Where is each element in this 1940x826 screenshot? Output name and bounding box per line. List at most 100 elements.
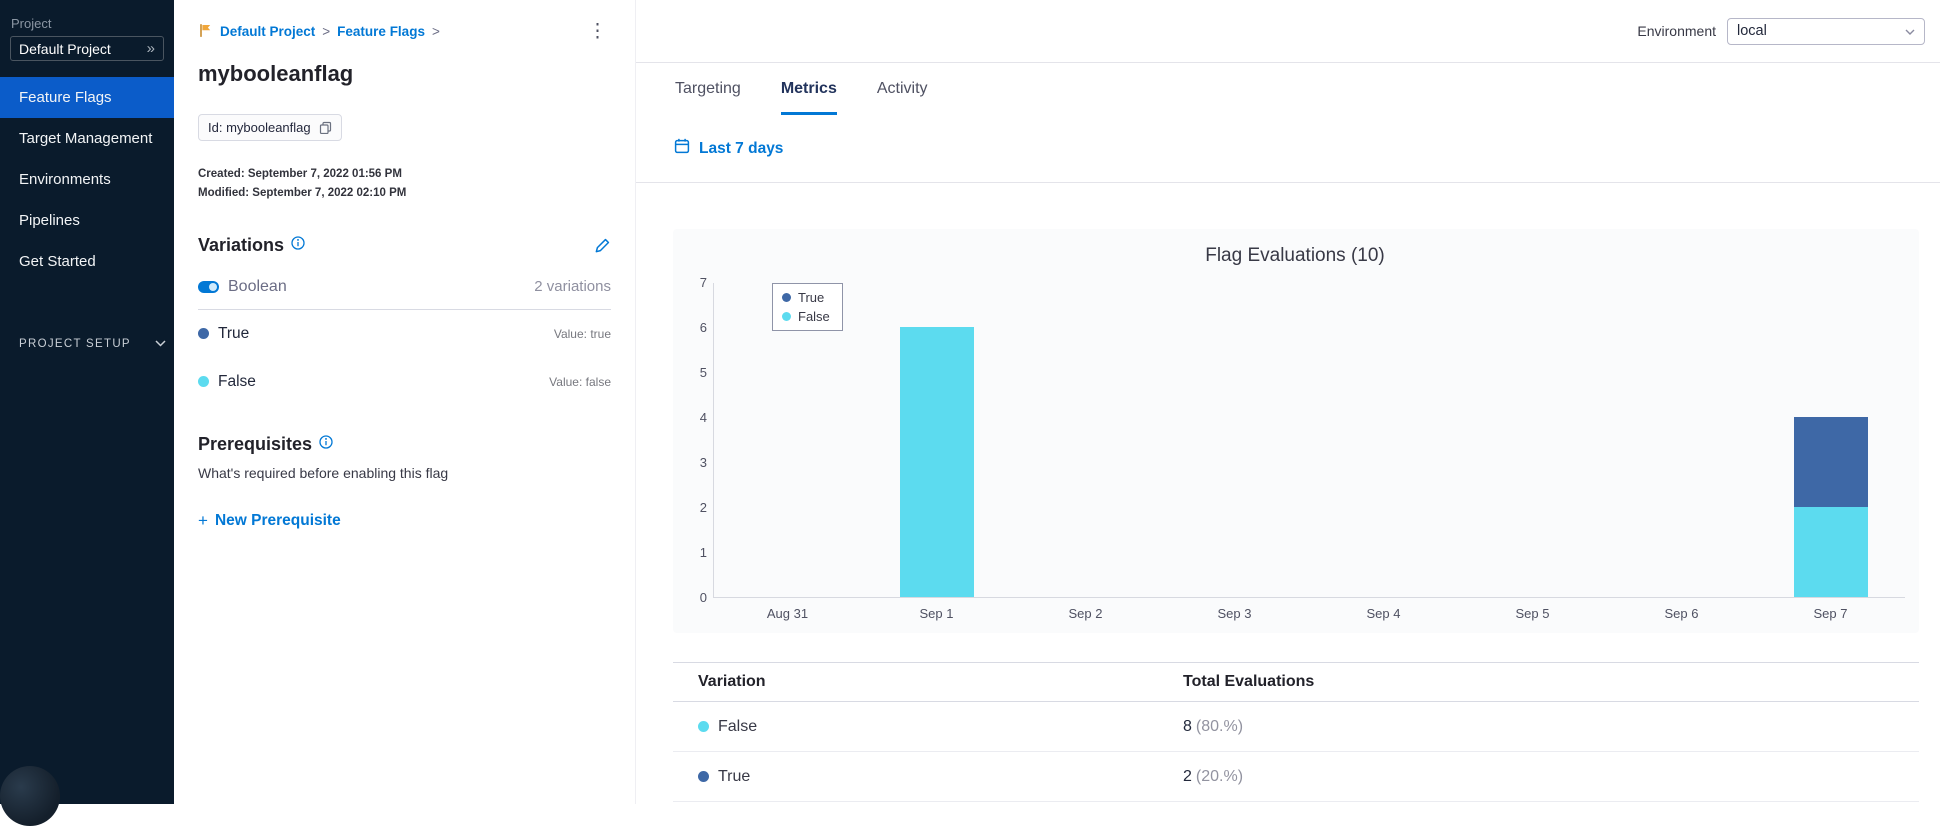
flag-evaluations-chart: Flag Evaluations (10) 0 1 2 3 4 5 6 7 True False… xyxy=(673,229,1919,633)
tab-targeting[interactable]: Targeting xyxy=(675,63,741,115)
prerequisites-heading: Prerequisites xyxy=(198,433,313,454)
breadcrumb-section-link[interactable]: Feature Flags xyxy=(337,24,425,39)
flag-metadata: Created: September 7, 2022 01:56 PM Modi… xyxy=(198,165,611,203)
expand-icon[interactable]: » xyxy=(147,40,155,57)
flag-id-text: Id: mybooleanflag xyxy=(208,119,311,135)
x-axis-labels: Aug 31 Sep 1 Sep 2 Sep 3 Sep 4 Sep 5 Sep 6 Sep … xyxy=(713,606,1905,621)
y-tick: 7 xyxy=(699,275,707,290)
y-tick: 6 xyxy=(699,320,707,335)
variation-color-dot xyxy=(698,721,709,732)
x-tick: Sep 4 xyxy=(1366,606,1401,621)
x-tick: Sep 5 xyxy=(1515,606,1550,621)
tab-bar: Targeting Metrics Activity xyxy=(636,63,1940,115)
plot-column-sep-7 xyxy=(1756,283,1905,597)
y-tick: 2 xyxy=(699,500,707,515)
boolean-toggle-icon xyxy=(198,280,219,293)
total-evaluations-cell: 8 (80.%) xyxy=(1183,717,1244,735)
y-tick: 0 xyxy=(699,590,707,605)
y-tick: 3 xyxy=(699,455,707,470)
y-tick: 1 xyxy=(699,545,707,560)
plot-column-sep-2 xyxy=(1012,283,1161,597)
variation-value: Value: true xyxy=(553,326,611,341)
sidebar-item-pipelines[interactable]: Pipelines xyxy=(0,200,174,241)
project-label: Project xyxy=(11,16,52,31)
plot-area: True False xyxy=(713,283,1905,598)
plot-column-sep-5 xyxy=(1458,283,1607,597)
tab-activity[interactable]: Activity xyxy=(877,63,928,115)
legend-dot xyxy=(782,312,791,321)
y-axis: 0 1 2 3 4 5 6 7 xyxy=(685,275,713,605)
variation-row-true: True Value: true xyxy=(198,310,611,358)
variation-type-row: Boolean 2 variations xyxy=(198,278,611,310)
copy-icon[interactable] xyxy=(319,121,332,134)
new-prerequisite-label: New Prerequisite xyxy=(214,511,341,529)
plot-column-sep-6 xyxy=(1607,283,1756,597)
environment-header: Environment local xyxy=(636,0,1940,63)
chart-legend: True False xyxy=(772,283,843,331)
table-row-true: True 2 (20.%) xyxy=(673,752,1919,802)
environment-label: Environment xyxy=(1637,23,1716,39)
x-tick: Aug 31 xyxy=(766,606,809,621)
kebab-menu-icon[interactable]: ⋮ xyxy=(584,22,611,41)
edit-variations-icon[interactable] xyxy=(594,237,611,254)
variation-cell: False xyxy=(698,718,1183,736)
breadcrumb-project-link[interactable]: Default Project xyxy=(220,24,315,39)
breadcrumb-separator: > xyxy=(431,24,440,39)
variation-row-false: False Value: false xyxy=(198,358,611,406)
x-tick: Sep 3 xyxy=(1217,606,1252,621)
project-selector-value: Default Project xyxy=(19,40,111,57)
table-header-row: Variation Total Evaluations xyxy=(673,662,1919,702)
main-content: Environment local Targeting Metrics Activi… xyxy=(635,0,1940,804)
chart-title: Flag Evaluations (10) xyxy=(1205,245,1385,266)
breadcrumb-separator: > xyxy=(322,24,331,39)
legend-item-true: True xyxy=(782,290,830,305)
flag-icon xyxy=(198,23,213,41)
bar-false-sep-7 xyxy=(1793,507,1868,597)
y-tick: 4 xyxy=(699,410,707,425)
table-row-false: False 8 (80.%) xyxy=(673,702,1919,752)
sidebar: Project Default Project » Feature Flags T… xyxy=(0,0,174,826)
new-prerequisite-button[interactable]: + New Prerequisite xyxy=(198,511,341,531)
environment-select[interactable]: local xyxy=(1727,17,1925,45)
variation-count: 2 variations xyxy=(534,278,611,296)
variation-color-dot xyxy=(698,771,709,782)
sidebar-item-environments[interactable]: Environments xyxy=(0,159,174,200)
project-setup-toggle[interactable]: PROJECT SETUP xyxy=(0,338,174,350)
variation-type-label: Boolean xyxy=(228,277,287,295)
flag-id-badge: Id: mybooleanflag xyxy=(198,113,342,141)
date-range-button[interactable]: Last 7 days xyxy=(636,115,1940,183)
created-timestamp: Created: September 7, 2022 01:56 PM xyxy=(198,167,402,180)
table-header-total: Total Evaluations xyxy=(1183,673,1315,690)
tab-metrics[interactable]: Metrics xyxy=(781,63,837,115)
variation-color-dot xyxy=(198,328,209,340)
sidebar-item-feature-flags[interactable]: Feature Flags xyxy=(0,77,174,118)
plus-icon: + xyxy=(198,510,208,530)
date-range-label: Last 7 days xyxy=(699,139,784,157)
evaluations-table: Variation Total Evaluations False 8 (80.%)… xyxy=(673,662,1919,802)
table-header-variation: Variation xyxy=(698,673,766,690)
y-tick: 5 xyxy=(699,365,707,380)
variation-name: True xyxy=(218,324,250,342)
sidebar-nav: Feature Flags Target Management Environmen… xyxy=(0,77,174,282)
sidebar-item-target-management[interactable]: Target Management xyxy=(0,118,174,159)
harness-logo xyxy=(0,766,60,826)
project-setup-label: PROJECT SETUP xyxy=(19,338,131,350)
variation-color-dot xyxy=(198,376,209,388)
x-tick: Sep 2 xyxy=(1068,606,1103,621)
chevron-down-icon xyxy=(155,338,166,350)
project-selector[interactable]: Default Project » xyxy=(10,36,164,61)
legend-item-false: False xyxy=(782,309,830,324)
modified-timestamp: Modified: September 7, 2022 02:10 PM xyxy=(198,186,407,199)
legend-dot xyxy=(782,293,791,302)
plot-column-sep-4 xyxy=(1310,283,1459,597)
prerequisites-header: Prerequisites xyxy=(198,434,611,455)
sidebar-item-get-started[interactable]: Get Started xyxy=(0,241,174,282)
variations-heading: Variations xyxy=(198,234,285,255)
info-icon[interactable] xyxy=(291,236,305,255)
chevron-down-icon xyxy=(1905,23,1915,39)
plot-columns xyxy=(714,283,1905,597)
flag-detail-panel: Default Project > Feature Flags > ⋮ mybo… xyxy=(174,0,635,804)
environment-value: local xyxy=(1737,23,1767,39)
info-icon[interactable] xyxy=(319,435,333,454)
prerequisites-description: What's required before enabling this fla… xyxy=(198,464,449,481)
